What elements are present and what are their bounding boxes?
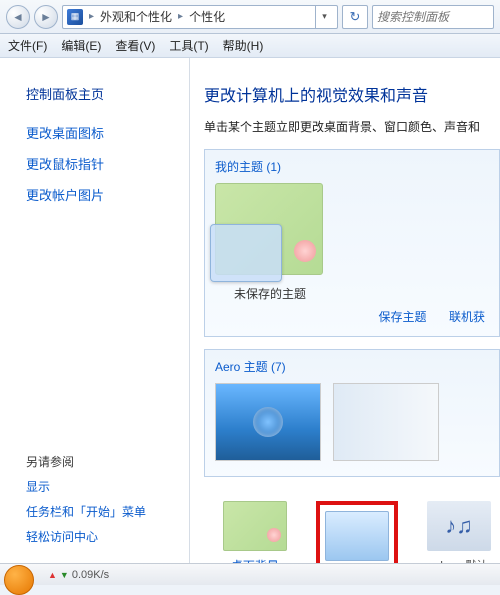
aero-themes-section: Aero 主题 (7) [204, 349, 500, 477]
control-panel-home-link[interactable]: 控制面板主页 [26, 84, 169, 103]
aero-theme-windows7[interactable] [215, 383, 321, 461]
see-also-header: 另请参阅 [26, 453, 169, 470]
sounds-button[interactable]: ♪♫ ndows 默认 [418, 501, 500, 563]
aero-theme-2[interactable] [333, 383, 439, 461]
back-button[interactable]: ◄ [6, 5, 30, 29]
sidebar-link-account-picture[interactable]: 更改帐户图片 [26, 185, 169, 204]
theme-components-row: 桌面背景 360wallpaper 窗口颜色 天空 ♪♫ ndows 默认 [204, 489, 500, 563]
theme-thumbnail [215, 183, 323, 275]
network-speed-indicator: ▲ ▼ 0.09K/s [48, 569, 109, 581]
breadcrumb-2[interactable]: 个性化 [189, 8, 225, 25]
upload-arrow-icon: ▲ [48, 570, 57, 580]
chevron-right-icon: ▸ [178, 11, 183, 22]
menu-file[interactable]: 文件(F) [8, 37, 47, 54]
menu-edit[interactable]: 编辑(E) [61, 37, 101, 54]
page-subtitle: 单击某个主题立即更改桌面背景、窗口颜色、声音和 [204, 118, 500, 135]
chevron-right-icon: ▸ [89, 11, 94, 22]
sounds-icon: ♪♫ [427, 501, 491, 551]
address-field[interactable]: ▦ ▸ 外观和个性化 ▸ 个性化 ▾ [62, 5, 338, 29]
window-color-thumb [325, 511, 389, 561]
sidebar: 控制面板主页 更改桌面图标 更改鼠标指针 更改帐户图片 另请参阅 显示 任务栏和… [0, 58, 190, 563]
taskbar: ▲ ▼ 0.09K/s [0, 563, 500, 585]
desktop-background-button[interactable]: 桌面背景 360wallpaper [214, 501, 296, 563]
forward-button[interactable]: ► [34, 5, 58, 29]
pig-icon [294, 240, 316, 262]
menu-tools[interactable]: 工具(T) [169, 37, 208, 54]
search-box[interactable] [372, 5, 494, 29]
start-orb[interactable] [4, 565, 34, 595]
menu-bar: 文件(F) 编辑(E) 查看(V) 工具(T) 帮助(H) [0, 34, 500, 58]
see-also-display[interactable]: 显示 [26, 478, 169, 495]
see-also-taskbar[interactable]: 任务栏和「开始」菜单 [26, 503, 169, 520]
online-themes-link[interactable]: 联机获 [449, 310, 485, 324]
see-also-ease-of-access[interactable]: 轻松访问中心 [26, 528, 169, 545]
window-preview-icon [210, 224, 282, 282]
address-dropdown[interactable]: ▾ [315, 6, 333, 28]
theme-item-unsaved[interactable]: 未保存的主题 [215, 183, 325, 302]
page-title: 更改计算机上的视觉效果和声音 [204, 82, 500, 106]
search-input[interactable] [377, 10, 489, 24]
refresh-button[interactable]: ↻ [342, 5, 368, 29]
sidebar-link-mouse-pointer[interactable]: 更改鼠标指针 [26, 154, 169, 173]
breadcrumb-1[interactable]: 外观和个性化 [100, 8, 172, 25]
address-bar: ◄ ► ▦ ▸ 外观和个性化 ▸ 个性化 ▾ ↻ [0, 0, 500, 34]
desktop-background-thumb [223, 501, 287, 551]
sidebar-link-desktop-icons[interactable]: 更改桌面图标 [26, 123, 169, 142]
network-speed-value: 0.09K/s [72, 569, 109, 581]
my-themes-title: 我的主题 (1) [215, 158, 489, 175]
my-themes-section: 我的主题 (1) 未保存的主题 保存主题 联机获 [204, 149, 500, 337]
content-pane: 更改计算机上的视觉效果和声音 单击某个主题立即更改桌面背景、窗口颜色、声音和 我… [190, 58, 500, 563]
control-panel-icon: ▦ [67, 9, 83, 25]
aero-themes-title: Aero 主题 (7) [215, 358, 489, 375]
save-theme-link[interactable]: 保存主题 [379, 310, 427, 324]
window-color-button[interactable]: 窗口颜色 天空 [316, 501, 398, 563]
menu-view[interactable]: 查看(V) [115, 37, 155, 54]
download-arrow-icon: ▼ [60, 570, 69, 580]
menu-help[interactable]: 帮助(H) [223, 37, 264, 54]
theme-label: 未保存的主题 [215, 285, 325, 302]
